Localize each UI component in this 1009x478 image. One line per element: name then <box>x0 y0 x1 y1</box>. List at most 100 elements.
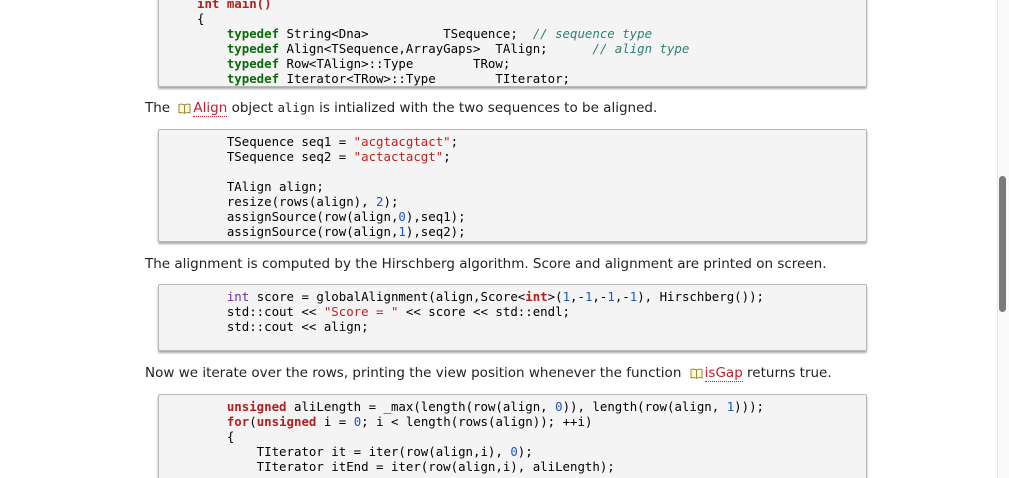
code-token: int <box>226 289 250 304</box>
code-line: int main() <box>197 0 272 11</box>
code-token: "Score = " <box>323 304 399 319</box>
code-token: ; <box>450 134 459 149</box>
paragraph-text: object <box>227 100 278 116</box>
code-token: std::cout << align; <box>197 319 369 334</box>
code-token: TSequence seq1 = <box>197 134 354 149</box>
code-token: score = globalAlignment(align,Score< <box>249 289 526 304</box>
code-token: 0 <box>510 444 518 459</box>
code-token: "actactacgt" <box>353 149 444 164</box>
code-line: unsigned aliLength = _max(length(row(ali… <box>197 399 764 414</box>
paragraph-hirschberg: The alignment is computed by the Hirschb… <box>145 255 827 273</box>
code-token: ,- <box>570 289 585 304</box>
code-token: int main() <box>197 0 272 11</box>
code-line: typedef Iterator<TRow>::Type TIterator; <box>197 71 570 86</box>
code-token: ),seq2); <box>405 224 466 239</box>
code-token: TIterator itEnd = iter(row(align,i), ali… <box>197 459 615 474</box>
link-isgap[interactable]: isGap <box>704 365 743 382</box>
code-line: TIterator itEnd = iter(row(align,i), ali… <box>197 459 615 474</box>
code-line: { <box>197 429 234 444</box>
code-token: { <box>197 11 205 26</box>
code-line: TAlign align; <box>197 179 324 194</box>
code-block-iterate: unsigned aliLength = _max(length(row(ali… <box>158 394 867 478</box>
code-token: ; <box>443 149 451 164</box>
code-token: TSequence seq2 = <box>197 149 354 164</box>
paragraph-iterate-rows: Now we iterate over the rows, printing t… <box>145 364 832 384</box>
paragraph-text: The alignment is computed by the Hirschb… <box>145 256 827 272</box>
code-line: resize(rows(align), 2); <box>197 194 399 209</box>
code-token: int <box>525 289 548 304</box>
code-line: assignSource(row(align,0),seq1); <box>197 209 466 224</box>
scrollbar-thumb[interactable] <box>999 176 1006 312</box>
code-token: ( <box>249 414 257 429</box>
code-token: ))); <box>734 399 764 414</box>
code-line: for(unsigned i = 0; i < length(rows(alig… <box>197 414 593 429</box>
code-line: std::cout << align; <box>197 319 369 334</box>
vertical-scrollbar[interactable] <box>997 0 1009 478</box>
code-token: TIterator it = iter(row(align,i), <box>197 444 511 459</box>
code-block-sequences: TSequence seq1 = "acgtacgtact"; TSequenc… <box>158 129 867 242</box>
code-token: 1 <box>398 224 406 239</box>
code-token: typedef <box>226 41 280 56</box>
paragraph-text: returns true. <box>742 365 832 381</box>
code-line: int score = globalAlignment(align,Score<… <box>197 289 764 304</box>
inline-code-align: align <box>277 100 315 115</box>
code-token: Row<TAlign>::Type TRow; <box>279 56 511 71</box>
code-line: { <box>197 11 204 26</box>
code-token: typedef <box>226 56 280 71</box>
code-token: std::cout << <box>197 304 324 319</box>
code-token: ), Hirschberg()); <box>637 289 765 304</box>
code-token: assignSource(row(align, <box>197 224 399 239</box>
code-token: resize(rows(align), <box>197 194 377 209</box>
code-line: TIterator it = iter(row(align,i), 0); <box>197 444 533 459</box>
code-token: assignSource(row(align, <box>197 209 399 224</box>
paragraph-align-init: The Align object align is intialized wit… <box>145 99 657 119</box>
code-token: for <box>226 414 250 429</box>
code-token: 0 <box>555 399 563 414</box>
code-token: "acgtacgtact" <box>353 134 451 149</box>
code-typedefs: int main() { typedef String<Dna> TSequen… <box>159 0 866 86</box>
paragraph-text: Now we iterate over the rows, printing t… <box>145 365 686 381</box>
code-token: TAlign align; <box>197 179 324 194</box>
code-token: // align type <box>592 41 690 56</box>
paragraph-text: is intialized with the two sequences to … <box>314 100 658 116</box>
code-token: )), length(row(align, <box>562 399 727 414</box>
code-token: ),seq1); <box>405 209 466 224</box>
code-token: ,- <box>614 289 630 304</box>
paragraph-text: The <box>145 100 175 116</box>
code-line: typedef String<Dna> TSequence; // sequen… <box>197 26 652 41</box>
code-block-typedefs: int main() { typedef String<Dna> TSequen… <box>158 0 867 87</box>
code-line: typedef Align<TSequence,ArrayGaps> TAlig… <box>197 41 690 56</box>
code-token: // sequence type <box>532 26 653 41</box>
code-token: aliLength = _max(length(row(align, <box>286 399 556 414</box>
code-sequences: TSequence seq1 = "acgtacgtact"; TSequenc… <box>159 130 866 239</box>
code-iterate: unsigned aliLength = _max(length(row(ali… <box>159 395 866 474</box>
code-token: 1 <box>607 289 615 304</box>
code-token: 1 <box>562 289 571 304</box>
code-token: >( <box>547 289 563 304</box>
code-token: << score << std::endl; <box>398 304 571 319</box>
link-align[interactable]: Align <box>193 100 228 117</box>
code-line: typedef Row<TAlign>::Type TRow; <box>197 56 510 71</box>
code-token: 0 <box>398 209 406 224</box>
code-token: i = <box>316 414 354 429</box>
code-token: Align<TSequence,ArrayGaps> TAlign; <box>279 41 593 56</box>
code-token: unsigned <box>256 414 317 429</box>
open-book-icon[interactable] <box>178 101 191 119</box>
code-token: 2 <box>376 194 384 209</box>
documentation-page: int main() { typedef String<Dna> TSequen… <box>0 0 998 478</box>
code-line: std::cout << "Score = " << score << std:… <box>197 304 570 319</box>
code-line: TSequence seq1 = "acgtacgtact"; <box>197 134 458 149</box>
code-token: unsigned <box>226 399 287 414</box>
code-token: ,- <box>592 289 608 304</box>
code-token: Iterator<TRow>::Type TIterator; <box>279 71 570 86</box>
code-token: typedef <box>226 71 280 86</box>
code-token: ); <box>517 444 533 459</box>
open-book-icon[interactable] <box>690 366 703 384</box>
code-token: typedef <box>226 26 280 41</box>
